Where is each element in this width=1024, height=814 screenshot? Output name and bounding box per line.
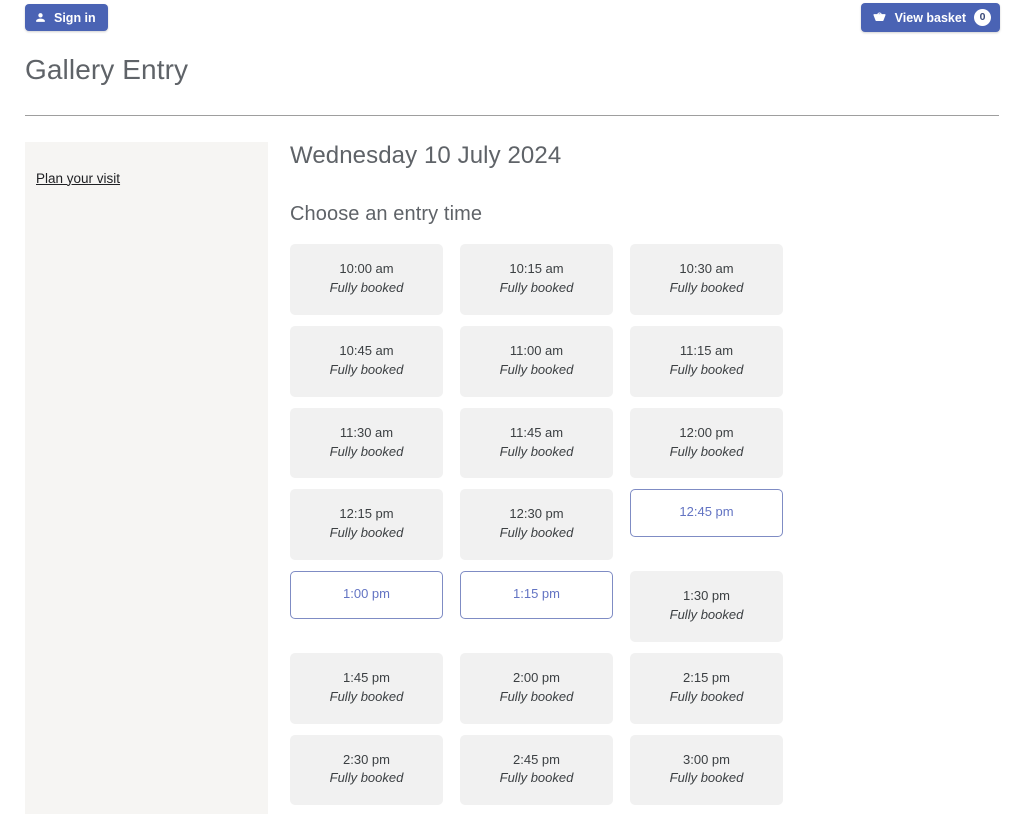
slot-time-label: 12:00 pm <box>679 424 734 440</box>
slot-status-label: Fully booked <box>669 770 744 786</box>
sign-in-button[interactable]: Sign in <box>25 4 108 31</box>
slot-time-label: 11:15 am <box>679 343 734 359</box>
slot-time-label: 11:30 am <box>339 424 394 440</box>
slot-time-label: 2:15 pm <box>683 669 730 685</box>
slot-time-label: 2:00 pm <box>513 669 560 685</box>
sidebar-item-plan-your-visit[interactable]: Plan your visit <box>36 171 120 186</box>
slot-time-label: 1:30 pm <box>683 588 730 604</box>
slot-time-label: 3:00 pm <box>683 751 730 767</box>
slot-status-label: Fully booked <box>329 361 404 377</box>
basket-label: View basket <box>894 10 966 25</box>
entry-time-slot-booked: 11:00 am Fully booked <box>460 326 613 397</box>
slot-status-label: Fully booked <box>499 443 574 459</box>
basket-icon <box>872 11 887 25</box>
entry-time-slot-booked: 2:45 pm Fully booked <box>460 734 613 806</box>
slot-status-label: Fully booked <box>329 770 404 786</box>
entry-time-slot-booked: 11:30 am Fully booked <box>290 407 443 479</box>
main-content: Wednesday 10 July 2024 Choose an entry t… <box>268 142 1024 814</box>
slot-time-label: 10:00 am <box>339 261 394 277</box>
slot-status-label: Fully booked <box>669 606 744 622</box>
page-title: Gallery Entry <box>25 54 189 85</box>
entry-time-slot-booked: 10:15 am Fully booked <box>460 244 613 316</box>
sidebar: Plan your visit <box>25 141 268 814</box>
slot-time-label: 2:45 pm <box>513 751 560 767</box>
slot-time-label: 1:15 pm <box>513 586 560 602</box>
slot-status-label: Fully booked <box>499 688 574 704</box>
entry-time-slot-booked: 3:00 pm Fully booked <box>630 734 783 806</box>
slot-status-label: Fully booked <box>669 688 744 704</box>
slot-time-label: 10:30 am <box>679 261 734 277</box>
entry-time-slot-booked: 12:15 pm Fully booked <box>290 489 443 561</box>
slot-status-label: Fully booked <box>499 525 574 541</box>
entry-time-slot-available[interactable]: 1:00 pm <box>290 571 443 619</box>
entry-time-slot-booked: 10:45 am Fully booked <box>290 326 443 397</box>
slot-status-label: Fully booked <box>669 280 744 296</box>
entry-time-slot-booked: 11:15 am Fully booked <box>630 326 783 397</box>
selected-date-heading: Wednesday 10 July 2024 <box>290 141 562 169</box>
entry-time-slot-booked: 11:45 am Fully booked <box>460 407 613 479</box>
entry-time-slot-booked: 12:30 pm Fully booked <box>460 489 613 561</box>
slot-status-label: Fully booked <box>669 443 744 459</box>
entry-time-slot-booked: 12:00 pm Fully booked <box>630 407 783 479</box>
entry-time-slot-booked: 2:15 pm Fully booked <box>630 652 783 724</box>
entry-time-slot-booked: 10:30 am Fully booked <box>630 244 783 316</box>
entry-time-slot-available[interactable]: 1:15 pm <box>460 571 613 619</box>
top-bar: Sign in View basket 0 <box>0 0 1024 40</box>
slot-time-label: 10:45 am <box>339 343 394 359</box>
slot-time-label: 12:15 pm <box>339 506 394 522</box>
slot-status-label: Fully booked <box>499 361 574 377</box>
slot-status-label: Fully booked <box>329 280 404 296</box>
basket-count-badge: 0 <box>974 9 991 26</box>
slot-time-label: 2:30 pm <box>343 751 390 767</box>
entry-time-grid: 10:00 am Fully booked 10:15 am Fully booked… <box>290 244 785 814</box>
entry-time-slot-booked: 1:45 pm Fully booked <box>290 652 443 724</box>
slot-status-label: Fully booked <box>499 280 574 296</box>
slot-time-label: 11:00 am <box>509 343 564 359</box>
slot-time-label: 1:45 pm <box>343 669 390 685</box>
entry-time-slot-booked: 1:30 pm Fully booked <box>630 571 783 642</box>
slot-time-label: 11:45 am <box>509 424 564 440</box>
entry-time-slot-booked: 2:30 pm Fully booked <box>290 734 443 806</box>
choose-entry-time-heading: Choose an entry time <box>290 203 483 226</box>
slot-status-label: Fully booked <box>329 525 404 541</box>
view-basket-button[interactable]: View basket 0 <box>860 3 1000 32</box>
slot-status-label: Fully booked <box>499 770 574 786</box>
person-icon <box>34 11 47 24</box>
slot-status-label: Fully booked <box>329 688 404 704</box>
page-layout: Plan your visit Wednesday 10 July 2024 C… <box>0 116 1024 814</box>
slot-time-label: 1:00 pm <box>343 586 390 602</box>
slot-time-label: 12:45 pm <box>679 504 734 520</box>
slot-status-label: Fully booked <box>329 443 404 459</box>
entry-time-slot-booked: 2:00 pm Fully booked <box>460 652 613 724</box>
slot-status-label: Fully booked <box>669 361 744 377</box>
slot-time-label: 12:30 pm <box>509 506 564 522</box>
entry-time-slot-available[interactable]: 12:45 pm <box>630 489 783 538</box>
slot-time-label: 10:15 am <box>509 261 564 277</box>
sign-in-label: Sign in <box>54 10 96 25</box>
entry-time-slot-booked: 10:00 am Fully booked <box>290 244 443 316</box>
